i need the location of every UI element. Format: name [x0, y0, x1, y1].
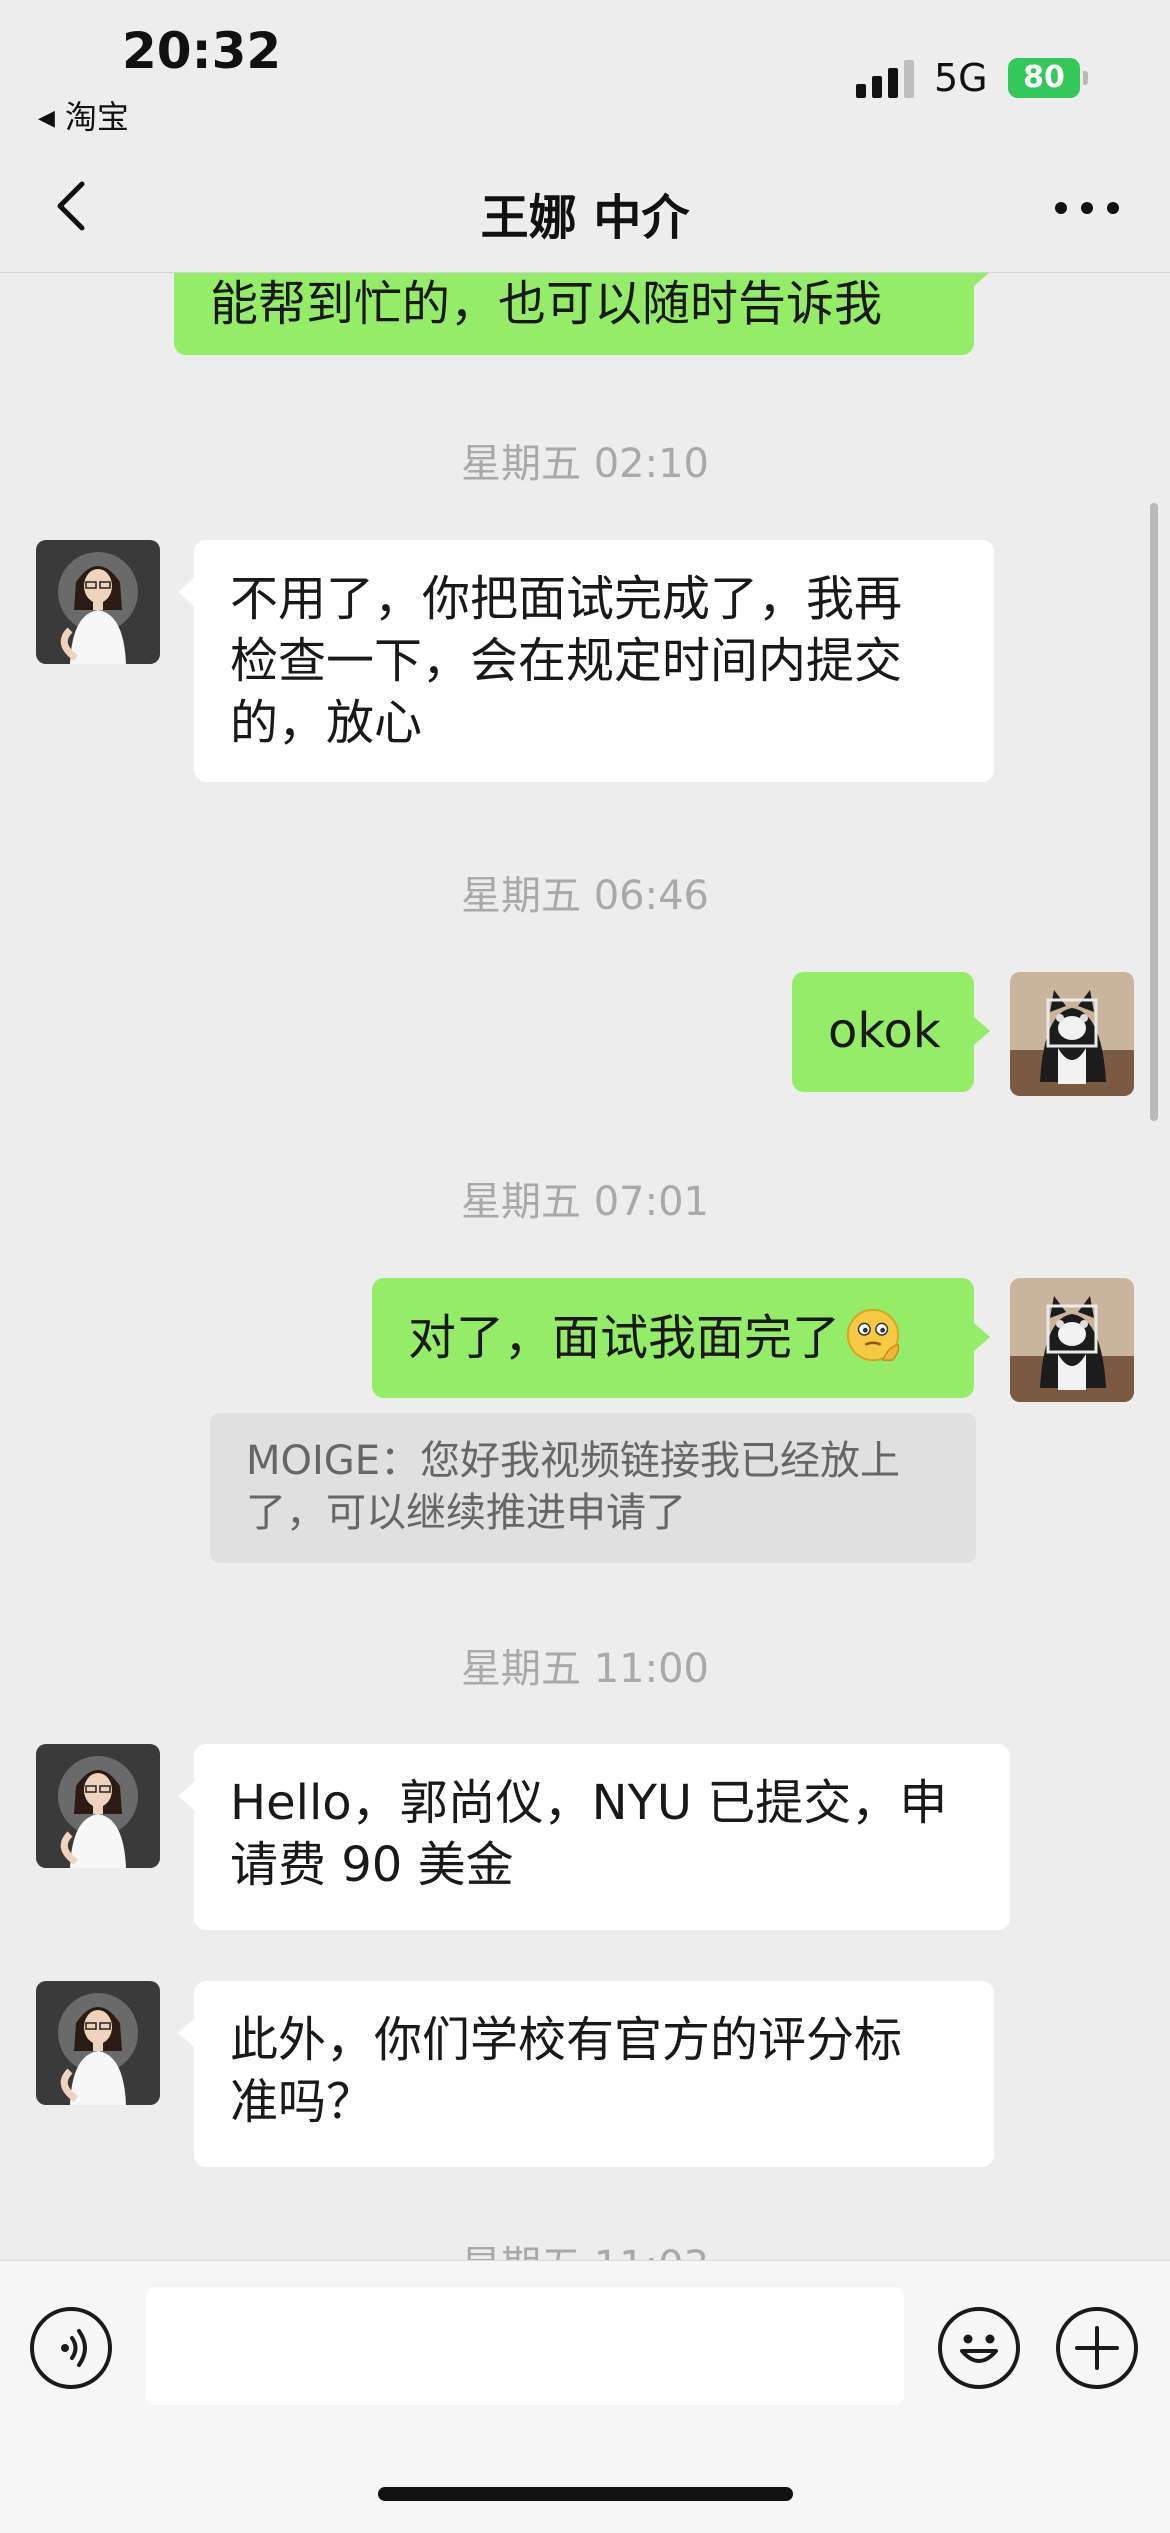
- timestamp: 星期五 07:01: [461, 1179, 709, 1225]
- agent-avatar[interactable]: [36, 1744, 160, 1868]
- chat-title: 王娜 中介: [480, 190, 690, 246]
- message-text: 对了，面试我面完了: [408, 1306, 938, 1369]
- message-line: 不用了，你把面试完成了，我再: [230, 571, 903, 627]
- back-app-label: 淘宝: [64, 98, 129, 136]
- woman-avatar-icon: [36, 1744, 160, 1868]
- input-bar: [0, 2260, 1170, 2533]
- message-line: 能帮到忙的，也可以随时告诉我: [210, 276, 883, 332]
- more-icon: [1055, 202, 1119, 214]
- emoji-button[interactable]: [938, 2307, 1020, 2389]
- more-button[interactable]: [1052, 178, 1122, 238]
- emoji-icon: [960, 2334, 998, 2363]
- message-text: 能帮到忙的，也可以随时告诉我: [210, 273, 882, 335]
- plus-button[interactable]: [1056, 2307, 1138, 2389]
- message-line: 的，放心: [230, 695, 423, 751]
- woman-avatar-icon: [36, 1981, 160, 2105]
- message-bubble-outgoing[interactable]: 对了，面试我面完了: [372, 1278, 990, 1398]
- message-line: 准吗？: [230, 2074, 375, 2130]
- voice-button[interactable]: [30, 2307, 112, 2389]
- timestamp: 星期五 06:46: [461, 873, 709, 919]
- message-bubble-outgoing[interactable]: okok: [792, 972, 990, 1092]
- battery-icon: 80: [1008, 58, 1088, 98]
- message-text: 不用了，你把面试完成了，我再 检查一下，会在规定时间内提交 的，放心: [230, 568, 958, 754]
- message-bubble-incoming[interactable]: Hello，郭尚仪，NYU 已提交，申 请费 90 美金: [178, 1744, 1010, 1930]
- thinking-emoji-icon: [846, 1308, 900, 1362]
- woman-avatar-icon: [36, 540, 160, 664]
- user-avatar[interactable]: [1010, 972, 1134, 1096]
- message-line: Hello，郭尚仪，NYU 已提交，申: [230, 1775, 948, 1831]
- chat-header: 王娜 中介: [0, 140, 1170, 273]
- quote-line: MOIGE：您好我视频链接我已经放上: [246, 1438, 901, 1484]
- message-line: 检查一下，会在规定时间内提交: [230, 633, 903, 689]
- message-bubble-incoming[interactable]: 此外，你们学校有官方的评分标 准吗？: [178, 1981, 994, 2167]
- back-triangle-icon: ◀: [38, 106, 55, 131]
- agent-avatar[interactable]: [36, 540, 160, 664]
- quoted-message[interactable]: MOIGE：您好我视频链接我已经放上 了，可以继续推进申请了: [210, 1413, 976, 1563]
- scrollbar[interactable]: [1150, 503, 1158, 1121]
- message-text: 此外，你们学校有官方的评分标 准吗？: [230, 2009, 958, 2133]
- cat-avatar-icon: [1010, 1278, 1134, 1402]
- plus-icon: [1075, 2326, 1119, 2370]
- timestamp: 星期五 02:10: [461, 441, 709, 487]
- status-bar: 20:32 ◀ 淘宝 5G 80: [0, 0, 1170, 140]
- network-label: 5G: [934, 56, 988, 100]
- timestamp: 星期五 11:03: [0, 2233, 1170, 2260]
- battery-level: 80: [1023, 60, 1065, 95]
- signal-icon: [856, 60, 916, 98]
- message-bubble-outgoing[interactable]: 能帮到忙的，也可以随时告诉我: [174, 273, 990, 355]
- voice-icon: [61, 2329, 87, 2367]
- home-indicator[interactable]: [378, 2487, 793, 2501]
- message-line: 此外，你们学校有官方的评分标: [230, 2012, 903, 2068]
- quote-line: 了，可以继续推进申请了: [246, 1490, 686, 1536]
- back-to-app-link[interactable]: ◀ 淘宝: [38, 92, 129, 138]
- message-bubble-incoming[interactable]: 不用了，你把面试完成了，我再 检查一下，会在规定时间内提交 的，放心: [178, 540, 994, 782]
- message-input[interactable]: [146, 2287, 904, 2405]
- message-text: okok: [828, 1003, 941, 1059]
- message-line: 请费 90 美金: [230, 1837, 514, 1893]
- cat-avatar-icon: [1010, 972, 1134, 1096]
- status-time: 20:32: [122, 22, 282, 80]
- message-list[interactable]: 能帮到忙的，也可以随时告诉我 星期五 02:10 不用了，你把面试完成了，我再 …: [0, 273, 1170, 2260]
- agent-avatar[interactable]: [36, 1981, 160, 2105]
- message-text: Hello，郭尚仪，NYU 已提交，申 请费 90 美金: [230, 1772, 974, 1896]
- user-avatar[interactable]: [1010, 1278, 1134, 1402]
- message-line: 对了，面试我面完了: [408, 1310, 841, 1366]
- timestamp: 星期五 11:00: [461, 1646, 709, 1692]
